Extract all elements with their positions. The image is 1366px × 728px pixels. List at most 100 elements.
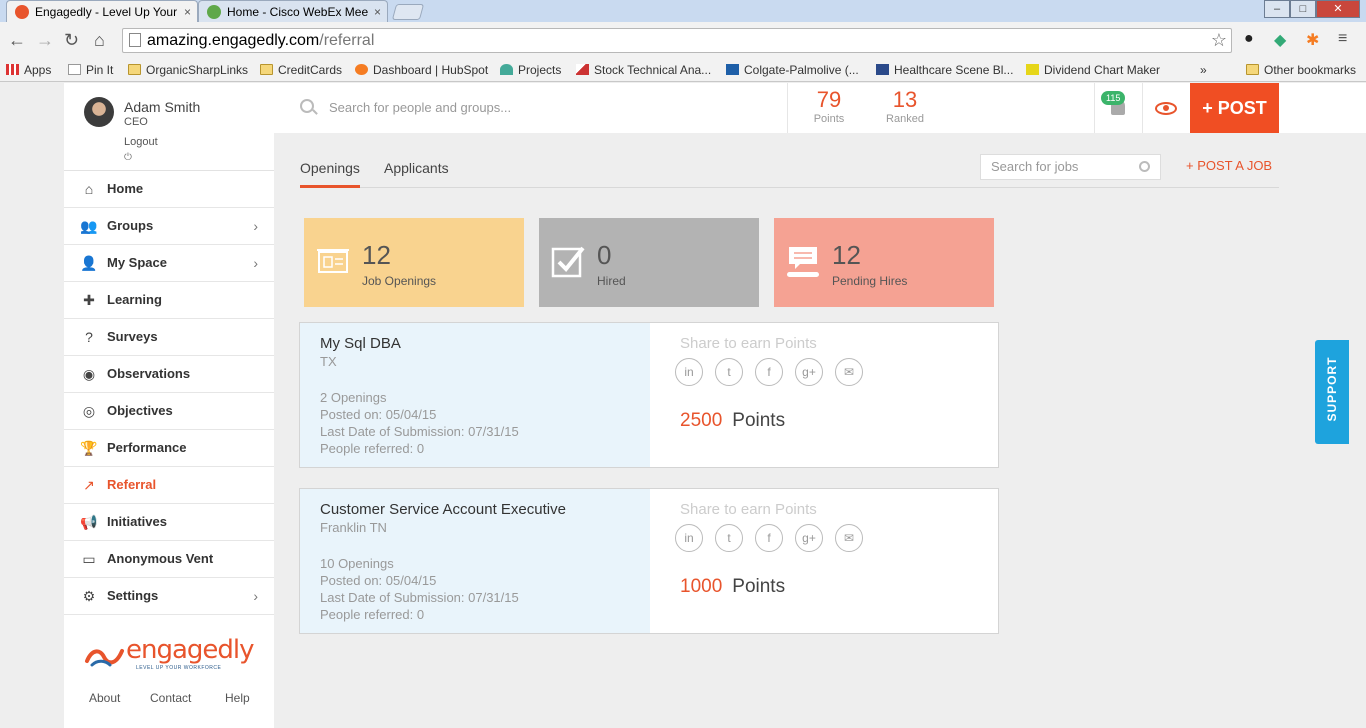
job-last-date: Last Date of Submission: 07/31/15 — [320, 424, 519, 439]
minimize-button[interactable]: – — [1264, 0, 1290, 18]
sidebar-item-surveys[interactable]: ? Surveys — [64, 319, 274, 356]
tab-applicants[interactable]: Applicants — [384, 160, 449, 185]
email-icon[interactable]: ✉ — [835, 524, 863, 552]
facebook-icon[interactable]: f — [755, 358, 783, 386]
search-icon — [300, 99, 314, 113]
sidebar-item-settings[interactable]: ⚙ Settings › — [64, 578, 274, 615]
linkedin-icon[interactable]: in — [675, 524, 703, 552]
user-name[interactable]: Adam Smith — [124, 99, 200, 115]
linkedin-icon[interactable]: in — [675, 358, 703, 386]
sidebar-item-anonymous-vent[interactable]: ▭ Anonymous Vent — [64, 541, 274, 578]
referral-points: 1000 Points — [680, 576, 785, 598]
sidebar-item-home[interactable]: ⌂ Home — [64, 171, 274, 208]
notifications-button[interactable]: 115 — [1094, 83, 1142, 133]
contact-link[interactable]: Contact — [150, 691, 191, 705]
job-title[interactable]: Customer Service Account Executive — [320, 501, 566, 518]
bookmark-creditcards[interactable]: CreditCards — [260, 61, 342, 79]
home-button-icon[interactable]: ⌂ — [94, 30, 105, 50]
close-tab-icon[interactable]: × — [184, 1, 191, 22]
bookmarks-overflow[interactable]: » — [1200, 61, 1207, 79]
hired-card[interactable]: 0 Hired — [539, 218, 759, 307]
people-search[interactable]: Search for people and groups... — [274, 83, 788, 133]
twitter-icon[interactable]: t — [715, 358, 743, 386]
sidebar-item-learning[interactable]: ✚ Learning — [64, 282, 274, 319]
sidebar-item-referral[interactable]: ↗ Referral — [64, 467, 274, 504]
sidebar-item-initiatives[interactable]: 📢 Initiatives — [64, 504, 274, 541]
close-tab-icon[interactable]: × — [374, 1, 381, 22]
points-amount: 1000 — [680, 576, 723, 597]
bookmark-hubspot[interactable]: Dashboard | HubSpot — [355, 61, 488, 79]
bookmark-star-icon[interactable]: ☆ — [1211, 29, 1227, 52]
google-plus-icon[interactable]: g+ — [795, 358, 823, 386]
owl-extension-icon[interactable]: ● — [1244, 30, 1254, 48]
evernote-extension-icon[interactable]: ◆ — [1274, 30, 1286, 50]
email-icon[interactable]: ✉ — [835, 358, 863, 386]
chat-progress-icon — [787, 247, 819, 277]
sidebar-item-performance[interactable]: 🏆 Performance — [64, 430, 274, 467]
watch-button[interactable] — [1142, 83, 1190, 133]
job-title[interactable]: My Sql DBA — [320, 335, 401, 352]
sidebar-item-label: Home — [107, 181, 144, 196]
bookmark-healthcare[interactable]: Healthcare Scene Bl... — [876, 61, 1013, 79]
points-stat[interactable]: 79 Points — [794, 83, 864, 133]
bookmark-dividend[interactable]: Dividend Chart Maker — [1026, 61, 1160, 79]
sidebar-item-objectives[interactable]: ◎ Objectives — [64, 393, 274, 430]
job-search-input[interactable]: Search for jobs — [980, 154, 1161, 180]
groups-icon: 👥 — [80, 218, 98, 234]
megaphone-icon: 📢 — [80, 514, 98, 530]
job-card[interactable]: My Sql DBA TX 2 Openings Posted on: 05/04/1… — [299, 322, 999, 468]
hubspot-extension-icon[interactable]: ✱ — [1306, 30, 1319, 50]
search-input[interactable]: Search for people and groups... — [329, 100, 511, 115]
logout-link[interactable]: Logout — [124, 136, 158, 148]
post-button[interactable]: + POST — [1190, 83, 1279, 133]
about-link[interactable]: About — [89, 691, 120, 705]
flag-icon — [876, 64, 889, 75]
pending-hires-label: Pending Hires — [832, 274, 908, 288]
sidebar-item-label: Performance — [107, 440, 187, 455]
avatar[interactable] — [84, 97, 114, 127]
browser-tab-webex[interactable]: Home - Cisco WebEx Mee × — [198, 0, 388, 22]
eye-icon: ◉ — [82, 366, 96, 382]
sidebar-item-groups[interactable]: 👥 Groups › — [64, 208, 274, 245]
notification-count-badge: 115 — [1101, 91, 1126, 105]
bookmark-pin-it[interactable]: Pin It — [68, 61, 113, 79]
facebook-icon[interactable]: f — [755, 524, 783, 552]
page-icon — [129, 33, 141, 47]
twitter-icon[interactable]: t — [715, 524, 743, 552]
sidebar-item-my-space[interactable]: 👤 My Space › — [64, 245, 274, 282]
post-a-job-button[interactable]: + POST A JOB — [1186, 158, 1272, 173]
reload-icon[interactable]: ↻ — [64, 30, 79, 50]
address-bar[interactable]: amazing.engagedly.com/referral ☆ — [122, 28, 1232, 53]
new-tab-button[interactable] — [391, 4, 425, 20]
support-tab[interactable]: SUPPORT — [1315, 340, 1349, 444]
sidebar-item-observations[interactable]: ◉ Observations — [64, 356, 274, 393]
back-arrow-icon[interactable]: ← — [8, 30, 26, 50]
tab-openings[interactable]: Openings — [300, 160, 360, 188]
help-link[interactable]: Help — [225, 691, 250, 705]
chrome-menu-icon[interactable]: ≡ — [1338, 30, 1347, 48]
engagedly-favicon-icon — [15, 5, 29, 19]
ranked-stat[interactable]: 13 Ranked — [870, 83, 940, 133]
browser-tab-engagedly[interactable]: Engagedly - Level Up Your × — [6, 0, 198, 22]
job-openings-card[interactable]: 12 Job Openings — [304, 218, 524, 307]
bookmark-stock-technical[interactable]: Stock Technical Ana... — [576, 61, 711, 79]
power-icon[interactable]: ⏻ — [124, 152, 132, 163]
bookmark-apps[interactable]: Apps — [6, 61, 51, 79]
bookmark-other[interactable]: Other bookmarks — [1246, 61, 1356, 79]
bookmark-colgate[interactable]: Colgate-Palmolive (... — [726, 61, 859, 79]
pending-hires-card[interactable]: 12 Pending Hires — [774, 218, 994, 307]
bookmark-organicsharplinks[interactable]: OrganicSharpLinks — [128, 61, 248, 79]
window-controls: – □ ✕ — [1264, 0, 1360, 18]
bookmark-projects[interactable]: Projects — [500, 61, 561, 79]
points-value: 79 — [816, 87, 842, 112]
bookmarks-bar: Apps Pin It OrganicSharpLinks CreditCard… — [0, 58, 1366, 82]
target-icon: ◎ — [82, 403, 96, 419]
points-label: Points — [732, 410, 786, 431]
close-window-button[interactable]: ✕ — [1316, 0, 1360, 18]
job-card[interactable]: Customer Service Account Executive Frankl… — [299, 488, 999, 634]
folder-icon — [260, 64, 273, 75]
maximize-button[interactable]: □ — [1290, 0, 1316, 18]
forward-arrow-icon[interactable]: → — [36, 30, 54, 50]
google-plus-icon[interactable]: g+ — [795, 524, 823, 552]
job-posted-date: Posted on: 05/04/15 — [320, 407, 437, 422]
